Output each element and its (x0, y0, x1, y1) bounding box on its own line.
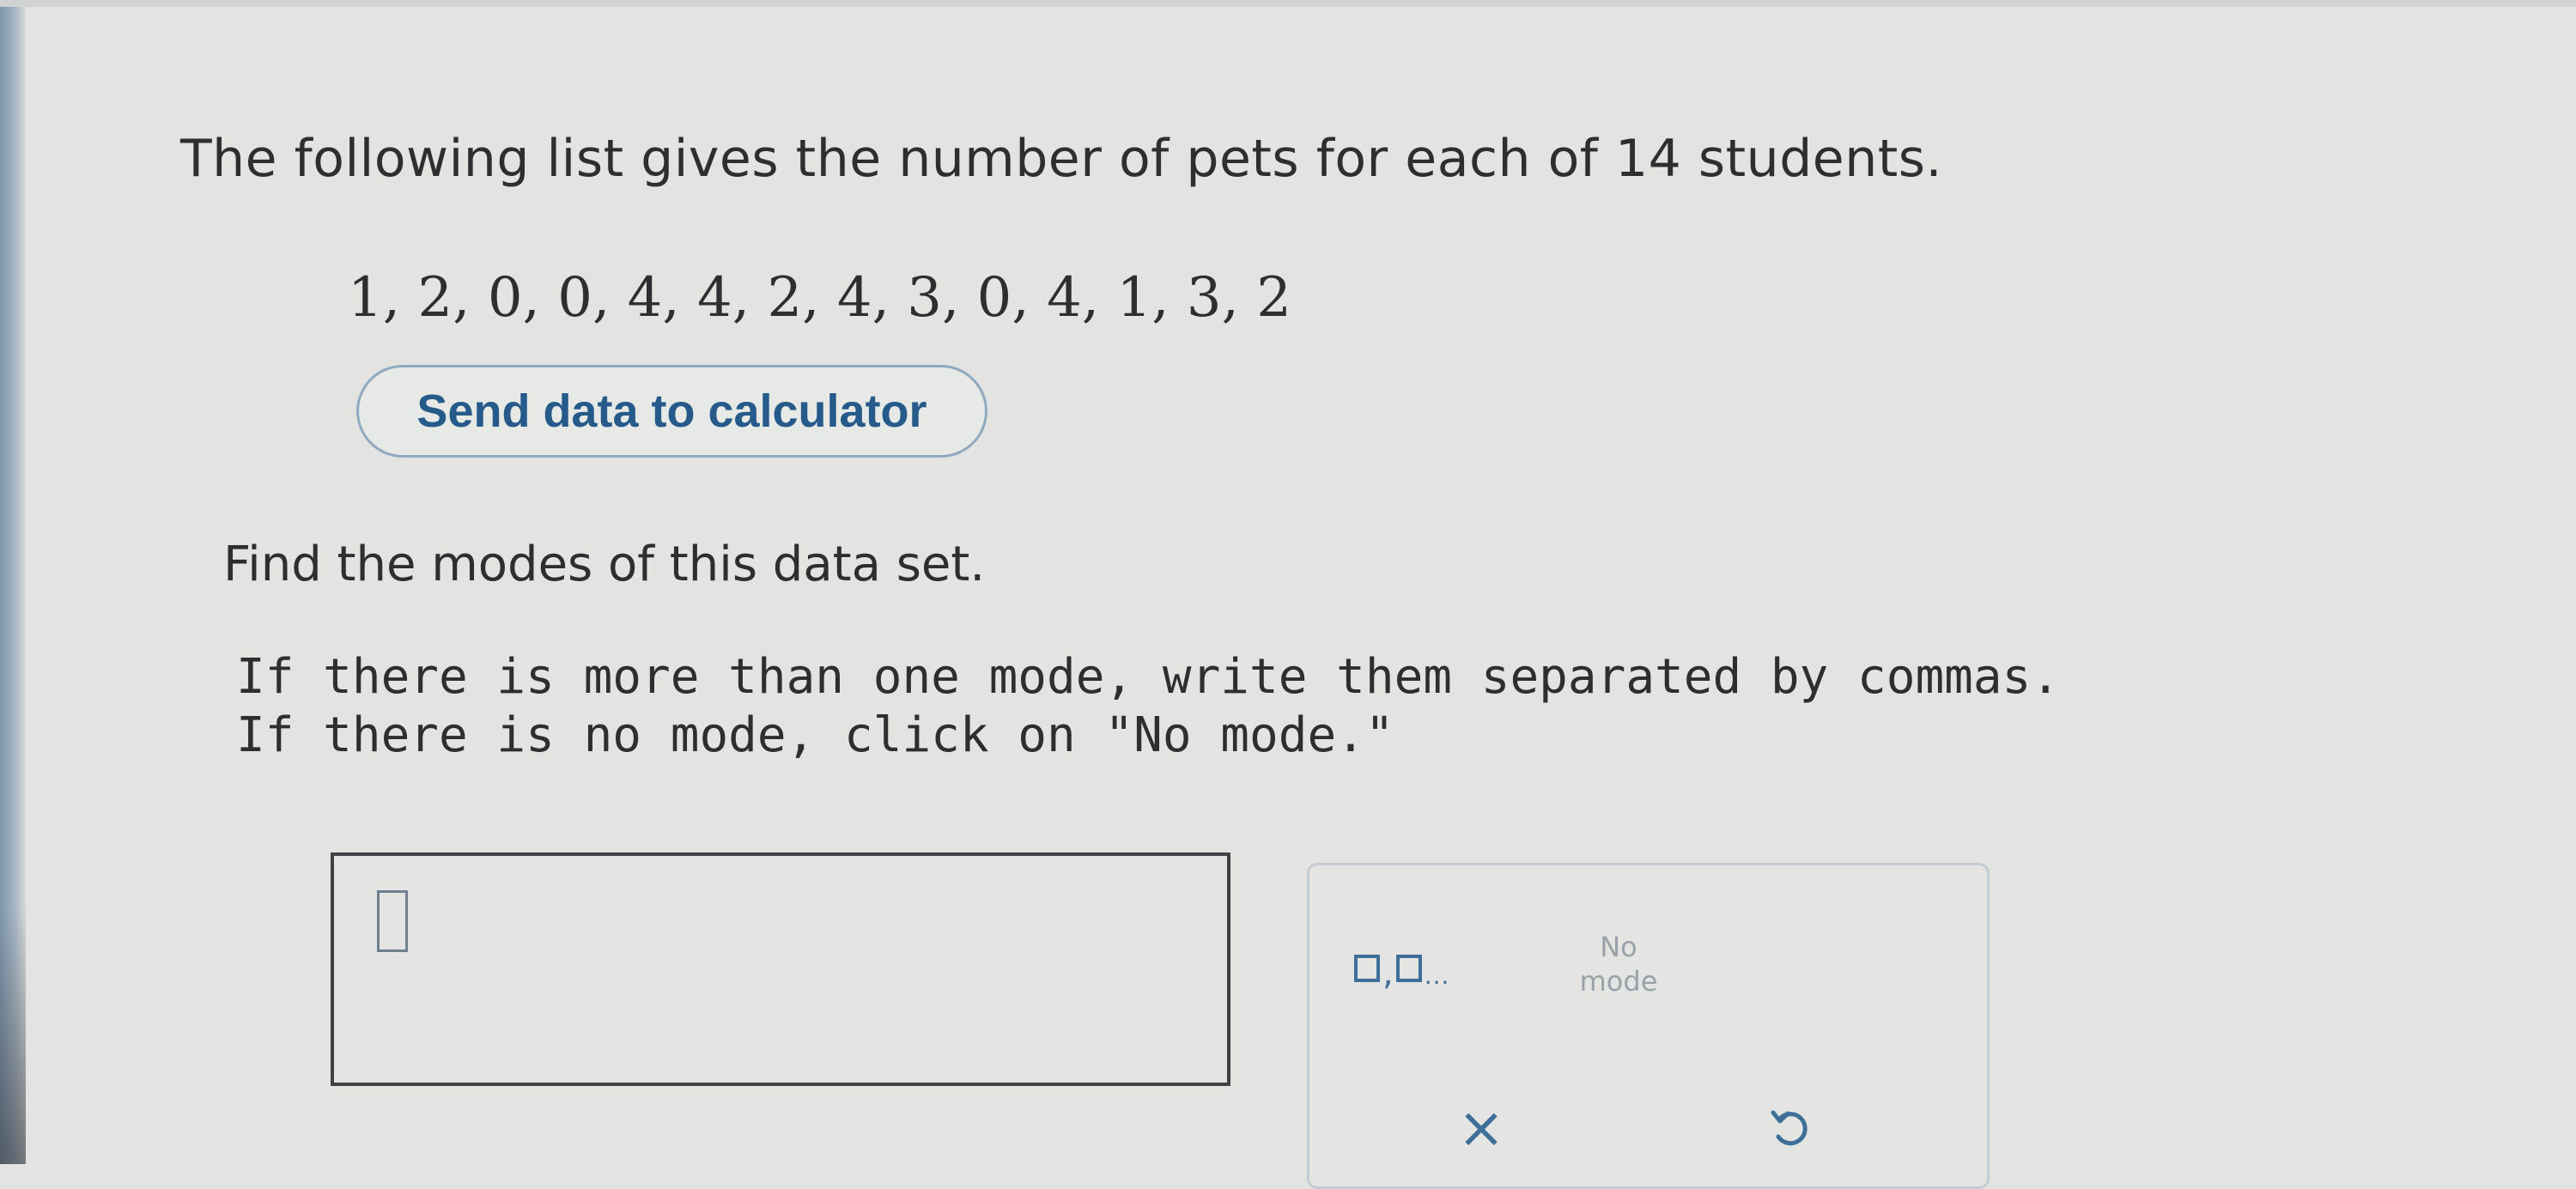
box-icon (1354, 955, 1380, 982)
top-strip (0, 0, 2576, 7)
instructions: If there is more than one mode, write th… (236, 648, 2060, 765)
input-placeholder-box (377, 890, 408, 952)
no-mode-label-line-2: mode (1579, 965, 1658, 998)
close-icon: × (1457, 1094, 1505, 1161)
data-list: 1, 2, 0, 0, 4, 4, 2, 4, 3, 0, 4, 1, 3, 2 (348, 266, 1291, 330)
no-mode-button[interactable]: No mode (1563, 921, 1674, 1007)
comma-glyph: , (1382, 954, 1394, 993)
question-text: The following list gives the number of p… (180, 129, 1943, 189)
send-data-to-calculator-button[interactable]: Send data to calculator (356, 365, 987, 458)
undo-button[interactable] (1760, 1097, 1820, 1157)
undo-icon (1771, 1110, 1807, 1146)
question-prompt: Find the modes of this data set. (223, 537, 986, 592)
answer-keypad: , ... No mode × (1307, 863, 1990, 1189)
clear-button[interactable]: × (1451, 1095, 1511, 1161)
ellipsis-glyph: ... (1424, 961, 1450, 990)
two-boxes-comma-icon: , ... (1354, 955, 1449, 991)
instruction-line-2: If there is no mode, click on "No mode." (236, 707, 1394, 763)
box-icon (1395, 955, 1422, 982)
bezel-shadow (0, 907, 26, 1164)
answer-input[interactable] (331, 852, 1230, 1086)
instruction-line-1: If there is more than one mode, write th… (236, 649, 2061, 705)
multiple-answers-button[interactable]: , ... (1354, 938, 1466, 998)
no-mode-label-line-1: No (1600, 931, 1637, 963)
